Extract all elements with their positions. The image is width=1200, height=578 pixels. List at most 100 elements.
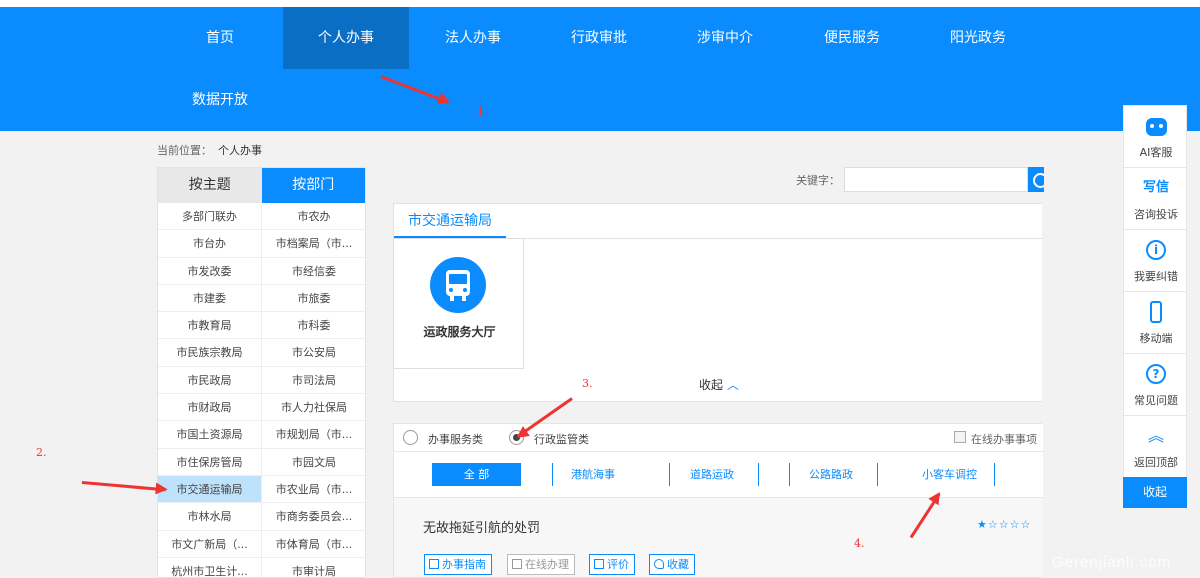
nav-item-legal-person[interactable]: 法人办事 bbox=[410, 7, 536, 69]
correct-error-label: 我要纠错 bbox=[1134, 270, 1178, 283]
document-icon bbox=[429, 559, 439, 569]
nav-item-open-government[interactable]: 阳光政务 bbox=[915, 7, 1041, 69]
department-item[interactable]: 市经信委 bbox=[262, 258, 365, 285]
bus-icon bbox=[430, 257, 486, 313]
category-tabs: 按主题 按部门 bbox=[158, 168, 365, 203]
annotation-arrow bbox=[81, 481, 166, 492]
department-item[interactable]: 市发改委 bbox=[158, 257, 262, 285]
monitor-icon bbox=[512, 559, 522, 569]
department-item[interactable]: 市公安局 bbox=[262, 339, 365, 367]
service-hall-card[interactable]: 运政服务大厅 bbox=[393, 238, 524, 369]
department-item[interactable]: 市园文局 bbox=[262, 449, 365, 476]
faq-button[interactable]: ? 常见问题 bbox=[1123, 353, 1187, 415]
search-input[interactable] bbox=[844, 167, 1028, 192]
department-item[interactable]: 杭州市卫生计... bbox=[158, 557, 262, 577]
department-item[interactable]: 市农办 bbox=[262, 203, 365, 231]
nav-item-admin-approval[interactable]: 行政审批 bbox=[536, 7, 662, 69]
online-only-checkbox[interactable] bbox=[954, 431, 966, 443]
filter-all-button[interactable]: 全 部 bbox=[432, 463, 521, 486]
department-item[interactable]: 市审计局 bbox=[262, 558, 365, 577]
evaluate-button[interactable]: 评价 bbox=[589, 554, 635, 575]
department-item[interactable]: 多部门联办 bbox=[158, 203, 262, 231]
bureau-panel: 市交通运输局 运政服务大厅 收起 ︿ bbox=[393, 203, 1043, 402]
department-item[interactable]: 市规划局（市... bbox=[262, 421, 365, 449]
radio-service[interactable] bbox=[403, 430, 418, 445]
department-item[interactable]: 市民族宗教局 bbox=[158, 339, 262, 367]
filter-divider bbox=[758, 463, 759, 486]
department-item[interactable]: 市交通运输局 bbox=[158, 475, 262, 504]
radio-service-label: 办事服务类 bbox=[428, 433, 483, 446]
favorite-button[interactable]: 收藏 bbox=[649, 554, 695, 575]
department-item[interactable]: 市农业局（市... bbox=[262, 476, 365, 504]
filter-highway-admin[interactable]: 公路路政 bbox=[809, 463, 853, 486]
matter-title[interactable]: 无故拖延引航的处罚 bbox=[423, 517, 540, 536]
tab-by-theme[interactable]: 按主题 bbox=[158, 168, 262, 203]
ai-service-label: AI客服 bbox=[1139, 146, 1173, 159]
bureau-title[interactable]: 市交通运输局 bbox=[394, 204, 506, 238]
phone-icon bbox=[1150, 301, 1162, 323]
matters-panel: 办事服务类 行政监管类 在线办事事项 全 部 港航海事 道路运政 公路路政 小客… bbox=[393, 423, 1043, 578]
chevron-up-icon: ︿ bbox=[727, 378, 740, 392]
consult-button[interactable]: 写信 咨询投诉 bbox=[1123, 167, 1187, 229]
department-item[interactable]: 市住保房管局 bbox=[158, 448, 262, 476]
department-item[interactable]: 市林水局 bbox=[158, 503, 262, 531]
back-to-top-button[interactable]: ︽ 返回顶部 bbox=[1123, 415, 1187, 477]
department-item[interactable]: 市文广新局（... bbox=[158, 530, 262, 558]
department-item[interactable]: 市台办 bbox=[158, 230, 262, 258]
department-item[interactable]: 市国土资源局 bbox=[158, 421, 262, 449]
nav-item-personal[interactable]: 个人办事 bbox=[283, 7, 409, 69]
department-item[interactable]: 市建委 bbox=[158, 284, 262, 313]
info-icon: i bbox=[1146, 240, 1166, 260]
annotation-number: 4. bbox=[854, 537, 865, 550]
nav-item-home[interactable]: 首页 bbox=[157, 7, 283, 69]
filter-road-transport[interactable]: 道路运政 bbox=[690, 463, 734, 486]
floating-sidebar: AI客服 写信 咨询投诉 i 我要纠错 移动端 ? 常见问题 ︽ 返回顶部 收起 bbox=[1123, 105, 1187, 508]
back-to-top-label: 返回顶部 bbox=[1134, 456, 1178, 469]
department-item[interactable]: 市旅委 bbox=[262, 285, 365, 313]
nav-item-convenience[interactable]: 便民服务 bbox=[789, 7, 915, 69]
sidebar-collapse-button[interactable]: 收起 bbox=[1123, 477, 1187, 508]
department-item[interactable]: 市体育局（市... bbox=[262, 531, 365, 558]
guide-button[interactable]: 办事指南 bbox=[424, 554, 492, 575]
department-item[interactable]: 市档案局（市... bbox=[262, 230, 365, 258]
filter-divider bbox=[669, 463, 670, 486]
matter-type-row: 办事服务类 行政监管类 在线办事事项 bbox=[394, 424, 1043, 452]
department-item[interactable]: 市人力社保局 bbox=[262, 394, 365, 422]
arrow-up-icon: ︽ bbox=[1147, 426, 1164, 445]
top-strip bbox=[0, 0, 1200, 7]
rating-stars: ★☆☆☆☆ bbox=[977, 518, 1032, 531]
mobile-button[interactable]: 移动端 bbox=[1123, 291, 1187, 353]
main-nav: 首页 个人办事 法人办事 行政审批 涉审中介 便民服务 阳光政务 数据开放 bbox=[0, 7, 1200, 131]
robot-icon bbox=[1146, 118, 1167, 136]
question-icon: ? bbox=[1146, 364, 1166, 384]
collapse-toggle[interactable]: 收起 ︿ bbox=[699, 376, 739, 393]
nav-item-open-data[interactable]: 数据开放 bbox=[157, 69, 283, 131]
filter-divider bbox=[994, 463, 995, 486]
correct-error-button[interactable]: i 我要纠错 bbox=[1123, 229, 1187, 291]
ai-service-button[interactable]: AI客服 bbox=[1123, 105, 1187, 167]
department-panel: 按主题 按部门 多部门联办 市农办 市台办 市档案局（市... 市发改委 市经信委 市建委市… bbox=[157, 167, 366, 578]
write-letter-icon: 写信 bbox=[1142, 180, 1169, 195]
breadcrumb: 当前位置： 个人办事 bbox=[157, 142, 262, 158]
online-handle-button[interactable]: 在线办理 bbox=[507, 554, 575, 575]
mobile-label: 移动端 bbox=[1139, 332, 1173, 345]
nav-item-intermediary[interactable]: 涉审中介 bbox=[662, 7, 788, 69]
filter-port-shipping[interactable]: 港航海事 bbox=[571, 463, 615, 486]
search-icon[interactable] bbox=[1028, 167, 1044, 192]
department-item[interactable]: 市民政局 bbox=[158, 366, 262, 395]
filter-divider bbox=[552, 463, 553, 486]
filter-car-control[interactable]: 小客车调控 bbox=[922, 463, 977, 486]
breadcrumb-current[interactable]: 个人办事 bbox=[218, 144, 262, 157]
department-item[interactable]: 市财政局 bbox=[158, 394, 262, 422]
department-item[interactable]: 市司法局 bbox=[262, 367, 365, 395]
online-handle-label: 在线办理 bbox=[525, 558, 569, 571]
department-item[interactable]: 市教育局 bbox=[158, 312, 262, 340]
tab-by-department[interactable]: 按部门 bbox=[261, 168, 365, 203]
online-only-label: 在线办事事项 bbox=[971, 433, 1037, 446]
keyword-search: 关键字： bbox=[796, 167, 1044, 192]
radio-admin-label: 行政监管类 bbox=[534, 433, 589, 446]
collapse-label: 收起 bbox=[699, 378, 724, 392]
service-hall-label: 运政服务大厅 bbox=[423, 325, 496, 339]
department-item[interactable]: 市科委 bbox=[262, 312, 365, 340]
department-item[interactable]: 市商务委员会... bbox=[262, 503, 365, 531]
